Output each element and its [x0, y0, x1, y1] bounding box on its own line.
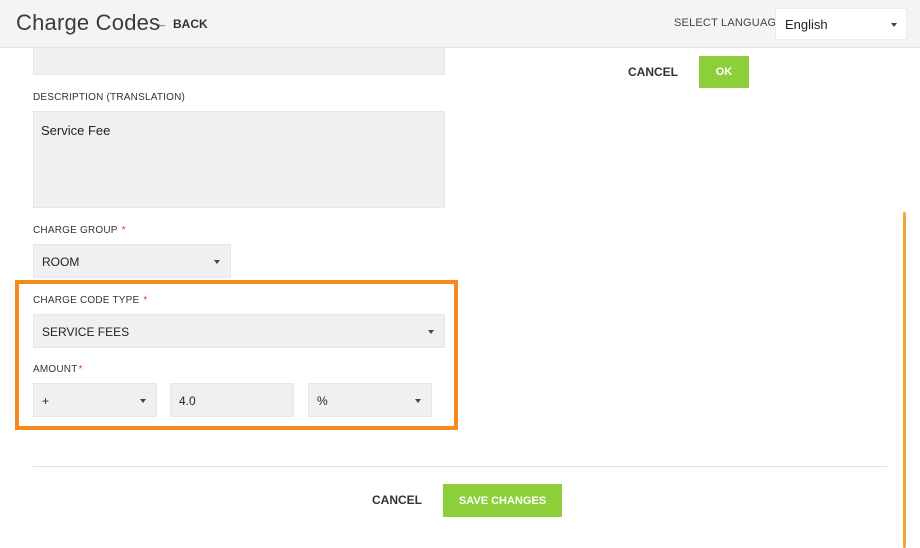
charge-code-type-label-text: CHARGE CODE TYPE	[33, 295, 140, 306]
charge-code-type-select[interactable]: SERVICE FEES	[33, 314, 445, 348]
description-translation-textarea[interactable]: Service Fee	[33, 111, 445, 208]
caret-down-icon	[428, 330, 434, 334]
charge-group-label: CHARGE GROUP *	[33, 225, 126, 236]
back-label: BACK	[173, 17, 208, 31]
arrow-left-icon: ←	[155, 16, 168, 31]
divider	[33, 466, 887, 467]
amount-unit-select[interactable]: %	[308, 383, 432, 417]
charge-group-select[interactable]: ROOM	[33, 244, 231, 278]
charge-group-label-text: CHARGE GROUP	[33, 225, 118, 236]
page-header: Charge Codes ← BACK SELECT LANGUAGE Engl…	[0, 0, 920, 48]
cancel-button[interactable]: CANCEL	[372, 493, 422, 507]
back-button[interactable]: ← BACK	[155, 17, 208, 31]
ok-button[interactable]: OK	[699, 56, 749, 88]
caret-down-icon	[140, 399, 146, 403]
required-mark: *	[143, 295, 148, 306]
required-mark: *	[78, 364, 83, 375]
charge-group-value: ROOM	[42, 255, 80, 269]
language-value: English	[785, 17, 828, 32]
description-translation-label: DESCRIPTION (TRANSLATION)	[33, 92, 186, 103]
amount-value-input[interactable]: 4.0	[170, 383, 294, 417]
page-title: Charge Codes	[16, 10, 161, 35]
language-label: SELECT LANGUAGE	[674, 17, 784, 29]
caret-down-icon	[891, 23, 897, 27]
caret-down-icon	[415, 399, 421, 403]
save-changes-button[interactable]: SAVE CHANGES	[443, 484, 562, 517]
amount-sign-select[interactable]: +	[33, 383, 157, 417]
description-field-partial[interactable]	[33, 48, 445, 75]
language-select[interactable]: English	[775, 8, 907, 40]
amount-label: AMOUNT*	[33, 364, 83, 375]
amount-label-text: AMOUNT	[33, 364, 78, 375]
charge-code-type-label: CHARGE CODE TYPE *	[33, 295, 147, 306]
caret-down-icon	[214, 260, 220, 264]
amount-unit-value: %	[317, 394, 328, 408]
dialog-cancel-button[interactable]: CANCEL	[628, 65, 678, 79]
scrollbar[interactable]	[903, 212, 906, 548]
amount-sign-value: +	[42, 394, 50, 408]
required-mark: *	[121, 225, 126, 236]
charge-code-type-value: SERVICE FEES	[42, 325, 130, 339]
